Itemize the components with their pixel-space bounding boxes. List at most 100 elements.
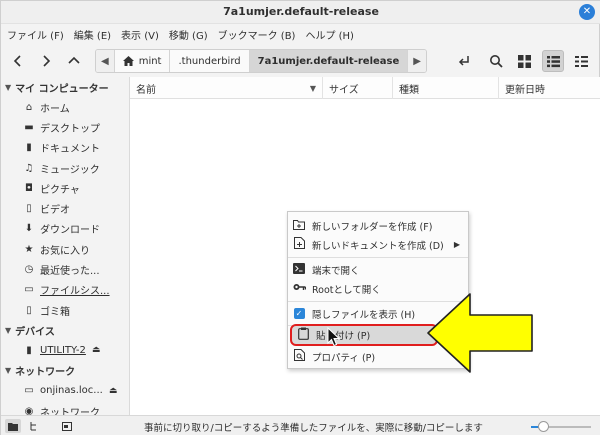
sidebar-item-desktop[interactable]: ▬ デスクトップ — [1, 117, 129, 137]
back-icon[interactable] — [7, 50, 29, 72]
column-name[interactable]: 名前 ▼ — [130, 77, 323, 99]
sidebar-item-network[interactable]: ◉ ネットワーク — [1, 401, 129, 416]
submenu-arrow-icon: ▶ — [453, 240, 460, 249]
home-icon — [122, 56, 134, 66]
sidebar-item-label: ホーム — [40, 103, 70, 115]
menu-item-paste[interactable]: 貼り付け (P) — [290, 324, 438, 346]
zoom-slider[interactable] — [531, 421, 591, 432]
zoom-slider-handle[interactable] — [538, 421, 549, 432]
menu-item-label: プロパティ (P) — [312, 352, 376, 364]
sidebar-item-label: ファイルシス... — [40, 286, 110, 298]
menu-view[interactable]: 表示 (V) — [121, 27, 159, 42]
sidebar-item-music[interactable]: ♫ ミュージック — [1, 158, 129, 178]
chevron-down-icon: ▼ — [5, 82, 12, 92]
section-network[interactable]: ▼ ネットワーク — [1, 361, 129, 381]
column-type-label: 種類 — [399, 84, 419, 96]
hide-sidebar-icon[interactable] — [59, 419, 75, 433]
star-icon: ★ — [24, 243, 34, 255]
eject-icon[interactable]: ⏏ — [109, 386, 118, 396]
sidebar-item-label: ピクチャ — [40, 184, 80, 196]
mouse-cursor-icon — [327, 327, 341, 347]
properties-icon — [292, 349, 306, 364]
checkbox-checked-icon: ✓ — [292, 308, 306, 319]
close-icon[interactable]: ✕ — [579, 4, 595, 20]
menu-go[interactable]: 移動 (G) — [169, 27, 208, 42]
breadcrumb-right-arrow-icon[interactable]: ▶ — [408, 50, 426, 72]
terminal-icon — [292, 262, 306, 277]
sidebar-item-videos[interactable]: ▯ ビデオ — [1, 198, 129, 218]
icon-view-icon[interactable] — [513, 50, 535, 72]
sidebar-item-documents[interactable]: ▮ ドキュメント — [1, 138, 129, 158]
breadcrumb-left-arrow-icon[interactable]: ◀ — [96, 50, 115, 72]
status-message: 事前に切り取り/コピーするよう準備したファイルを、実際に移動/コピーします — [144, 423, 483, 434]
forward-icon[interactable] — [35, 50, 57, 72]
menu-bookmarks[interactable]: ブックマーク (B) — [218, 27, 296, 42]
window-title: 7a1umjer.default-release — [223, 5, 379, 18]
menu-item-create-folder[interactable]: 新しいフォルダーを作成 (F) — [288, 216, 468, 235]
sidebar-item-favorites[interactable]: ★ お気に入り — [1, 239, 129, 259]
menu-item-open-terminal[interactable]: 端末で開く — [288, 260, 468, 279]
menu-item-label: 端末で開く — [312, 265, 360, 277]
search-icon[interactable] — [485, 50, 507, 72]
column-size-label: サイズ — [329, 84, 359, 96]
network-share-icon: ▭ — [24, 385, 34, 397]
sidebar: ▼ マイ コンピューター ⌂ ホーム ▬ デスクトップ ▮ ドキュメント ♫ ミ… — [1, 77, 129, 415]
chevron-down-icon: ▼ — [5, 325, 12, 335]
film-icon: ▯ — [26, 203, 32, 215]
title-bar: 7a1umjer.default-release ✕ — [1, 1, 600, 24]
column-size[interactable]: サイズ — [323, 77, 393, 99]
sidebar-item-trash[interactable]: ▯ ゴミ箱 — [1, 300, 129, 320]
menu-item-label: Rootとして開く — [312, 284, 381, 296]
sidebar-item-label: ビデオ — [40, 205, 70, 217]
sidebar-item-filesystem[interactable]: ▭ ファイルシス... — [1, 280, 129, 300]
menu-help[interactable]: ヘルプ (H) — [305, 27, 354, 42]
list-view-icon[interactable] — [542, 50, 564, 72]
chevron-down-icon: ▼ — [5, 366, 12, 376]
crumb-home[interactable]: mint — [115, 50, 171, 72]
menu-item-create-document[interactable]: 新しいドキュメントを作成 (D) ▶ — [288, 235, 468, 254]
sidebar-item-label: onjinas.loc... — [40, 385, 103, 397]
column-modified-label: 更新日時 — [505, 84, 545, 96]
menu-item-label: 新しいドキュメントを作成 (D) — [312, 240, 444, 252]
menu-edit[interactable]: 編集 (E) — [74, 27, 111, 42]
drive-icon: ▭ — [24, 284, 34, 296]
up-icon[interactable] — [63, 50, 85, 72]
menu-separator — [288, 257, 468, 258]
sidebar-item-label: ゴミ箱 — [40, 306, 70, 318]
crumb-current[interactable]: 7a1umjer.default-release — [249, 50, 409, 72]
document-icon: ▮ — [26, 142, 32, 154]
section-devices[interactable]: ▼ デバイス — [1, 320, 129, 340]
column-header: 名前 ▼ サイズ 種類 更新日時 — [130, 77, 600, 99]
crumb-thunderbird[interactable]: .thunderbird — [170, 50, 250, 72]
sort-down-icon: ▼ — [309, 83, 316, 93]
menu-bar: ファイル (F) 編集 (E) 表示 (V) 移動 (G) ブックマーク (B)… — [1, 24, 600, 44]
sidebar-item-label: ダウンロード — [40, 225, 100, 237]
annotation-arrow-icon — [427, 293, 533, 373]
section-my-computer[interactable]: ▼ マイ コンピューター — [1, 77, 129, 97]
file-manager-window: 7a1umjer.default-release ✕ ファイル (F) 編集 (… — [0, 0, 600, 435]
network-icon: ◉ — [24, 405, 34, 416]
sidebar-item-pictures[interactable]: ◘ ピクチャ — [1, 178, 129, 198]
sidebar-item-home[interactable]: ⌂ ホーム — [1, 97, 129, 117]
sidebar-item-label: ミュージック — [40, 164, 100, 176]
column-modified[interactable]: 更新日時 — [499, 77, 600, 99]
toggle-location-icon[interactable] — [453, 50, 475, 72]
sidebar-item-label: 最近使った... — [40, 266, 100, 278]
eject-icon[interactable]: ⏏ — [92, 345, 101, 355]
sidebar-item-downloads[interactable]: ⬇ ダウンロード — [1, 219, 129, 239]
usb-icon: ▮ — [26, 344, 32, 356]
sidebar-item-recent[interactable]: ◷ 最近使った... — [1, 259, 129, 279]
trash-icon: ▯ — [26, 304, 32, 316]
sidebar-item-onjinas[interactable]: ▭ onjinas.loc... ⏏ — [1, 381, 129, 401]
sidebar-item-label: お気に入り — [40, 245, 90, 257]
places-toggle-icon[interactable] — [5, 419, 21, 433]
menu-file[interactable]: ファイル (F) — [7, 27, 64, 42]
column-type[interactable]: 種類 — [393, 77, 499, 99]
sidebar-item-utility-2[interactable]: ▮ UTILITY-2 ⏏ — [1, 340, 129, 360]
crumb-home-label: mint — [138, 55, 162, 67]
desktop-icon: ▬ — [24, 121, 34, 133]
compact-view-icon[interactable] — [570, 50, 592, 72]
tree-toggle-icon[interactable] — [27, 419, 43, 433]
document-plus-icon — [292, 237, 306, 252]
section-title: デバイス — [15, 326, 55, 338]
